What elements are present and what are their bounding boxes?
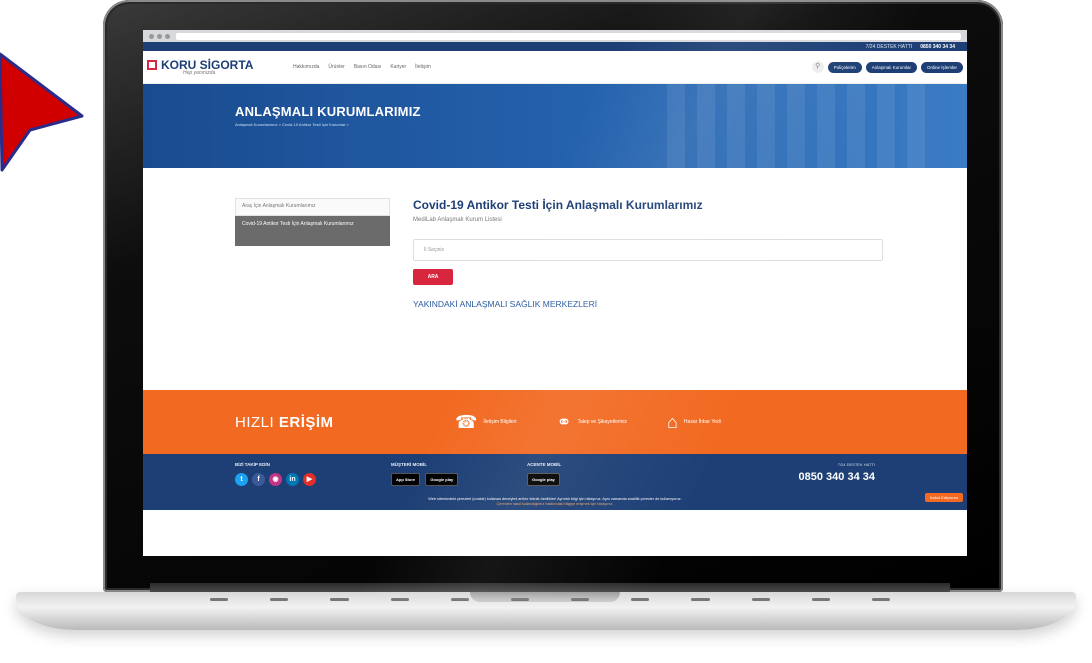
quick-item-contact[interactable]: ☎ İletişim Bilgileri [455,412,516,433]
headset-icon: ⚭ [556,411,572,432]
utility-hotline-number[interactable]: 0850 340 34 34 [920,44,955,50]
site-footer: BİZİ TAKİP EDİN t f ◉ in ▶ MÜŞTERİ MOBİL… [143,454,967,510]
quick-access-title-thin: HIZLI [235,413,275,431]
footer-customer-mobile: MÜŞTERİ MOBİL App Store Google play [391,462,462,486]
cookie-link[interactable]: Çerezleri nasıl kullandığımız hakkındaki… [143,502,967,507]
quick-access-title: HIZLI ERİŞİM [235,414,455,431]
content-panel: Covid-19 Antikor Testi İçin Anlaşmalı Ku… [413,198,883,309]
policies-button[interactable]: Poliçelerim [827,61,862,73]
utility-bar: 7/24 DESTEK HATTI 0850 340 34 34 [143,42,967,51]
page-title: ANLAŞMALI KURUMLARIMIZ [235,104,421,119]
footer-agent-mobile: ACENTE MOBİL Google play [527,462,564,486]
quick-item-requests-label: Talep ve Şikayetleriniz [577,419,628,425]
hero-decoration [667,84,927,168]
breadcrumb[interactable]: Anlaşmalı Kurumlarımız > Covid-19 Antiko… [235,122,349,127]
sidebar-item-vehicle[interactable]: Araç İçin Anlaşmalı Kurumlarımız [235,198,390,216]
footer-social: BİZİ TAKİP EDİN t f ◉ in ▶ [235,462,316,486]
agent-mobile-label: ACENTE MOBİL [527,462,562,467]
phone-icon: ☎ [455,411,478,432]
nav-item-contact[interactable]: İletişim [415,64,431,70]
sidebar: Araç İçin Anlaşmalı Kurumlarımız Covid-1… [235,198,390,246]
site-logo[interactable]: KORU SİGORTA Hep yanınızda [147,58,267,76]
customer-mobile-label: MÜŞTERİ MOBİL [391,462,427,467]
address-bar[interactable] [176,32,961,40]
linkedin-icon[interactable]: in [286,473,299,486]
youtube-icon[interactable]: ▶ [303,473,316,486]
laptop-screen: 7/24 DESTEK HATTI 0850 340 34 34 KORU Sİ… [143,30,967,556]
main-content: Araç İçin Anlaşmalı Kurumlarımız Covid-1… [143,168,967,390]
online-services-button[interactable]: Online İşlemler [920,61,963,73]
quick-item-requests[interactable]: ⚭ Talep ve Şikayetleriniz [556,412,627,433]
quick-access-title-bold: ERİŞİM [278,413,334,431]
window-controls[interactable] [149,33,170,39]
cookie-accept-button[interactable]: Kabul Ediyorum [924,493,963,502]
house-icon: ⌂ [667,411,678,432]
content-title: Covid-19 Antikor Testi İçin Anlaşmalı Ku… [413,198,703,212]
logo-square-icon [147,60,157,70]
twitter-icon[interactable]: t [235,473,248,486]
app-store-badge[interactable]: App Store [391,473,421,486]
nav-item-press[interactable]: Basın Odası [354,64,382,70]
partner-institutions-button[interactable]: Anlaşmalı Kurumlar [865,61,917,73]
site-header: KORU SİGORTA Hep yanınızda Hakkımızda Ür… [143,51,967,84]
nav-item-about[interactable]: Hakkımızda [293,64,319,70]
sidebar-item-covid[interactable]: Covid-19 Antikor Testi İçin Anlaşmalı Ku… [235,216,390,246]
search-icon[interactable]: ⚲ [811,61,824,73]
follow-label: BİZİ TAKİP EDİN [235,462,270,467]
cookie-notice: Web sitemizdeki çerezleri (cookie) kulla… [143,497,967,507]
search-button[interactable]: ARA [413,269,453,285]
nearby-centers-title: YAKINDAKİ ANLAŞMALI SAĞLIK MERKEZLERİ [413,299,598,309]
quick-item-claim-label: Hasar İhbar Yedi [683,419,721,425]
laptop-vents [210,598,891,604]
agent-google-play-badge[interactable]: Google play [527,473,560,486]
quick-item-claim[interactable]: ⌂ Hasar İhbar Yedi [667,412,721,433]
content-subtitle: MediLab Anlaşmalı Kurum Listesi [413,217,502,223]
browser-toolbar [143,30,967,42]
page-hero: ANLAŞMALI KURUMLARIMIZ Anlaşmalı Kurumla… [143,84,967,168]
header-actions: ⚲ Poliçelerim Anlaşmalı Kurumlar Online … [811,61,963,73]
city-select[interactable]: İl Seçiniz [413,239,883,261]
footer-hotline-label: 7/24 DESTEK HATTI [837,462,875,467]
nav-item-careers[interactable]: Kariyer [390,64,406,70]
google-play-badge[interactable]: Google play [425,473,459,486]
main-nav: Hakkımızda Ürünler Basın Odası Kariyer İ… [293,64,431,70]
quick-access-bar: HIZLI ERİŞİM ☎ İletişim Bilgileri ⚭ Tale… [143,390,967,454]
instagram-icon[interactable]: ◉ [269,473,282,486]
quick-item-contact-label: İletişim Bilgileri [483,419,517,425]
facebook-icon[interactable]: f [252,473,265,486]
footer-hotline-number[interactable]: 0850 340 34 34 [799,471,875,483]
footer-hotline: 7/24 DESTEK HATTI 0850 340 34 34 [799,462,875,483]
nav-item-products[interactable]: Ürünler [328,64,344,70]
utility-hotline-label: 7/24 DESTEK HATTI [865,43,913,50]
pointer-arrow-icon [0,52,84,172]
